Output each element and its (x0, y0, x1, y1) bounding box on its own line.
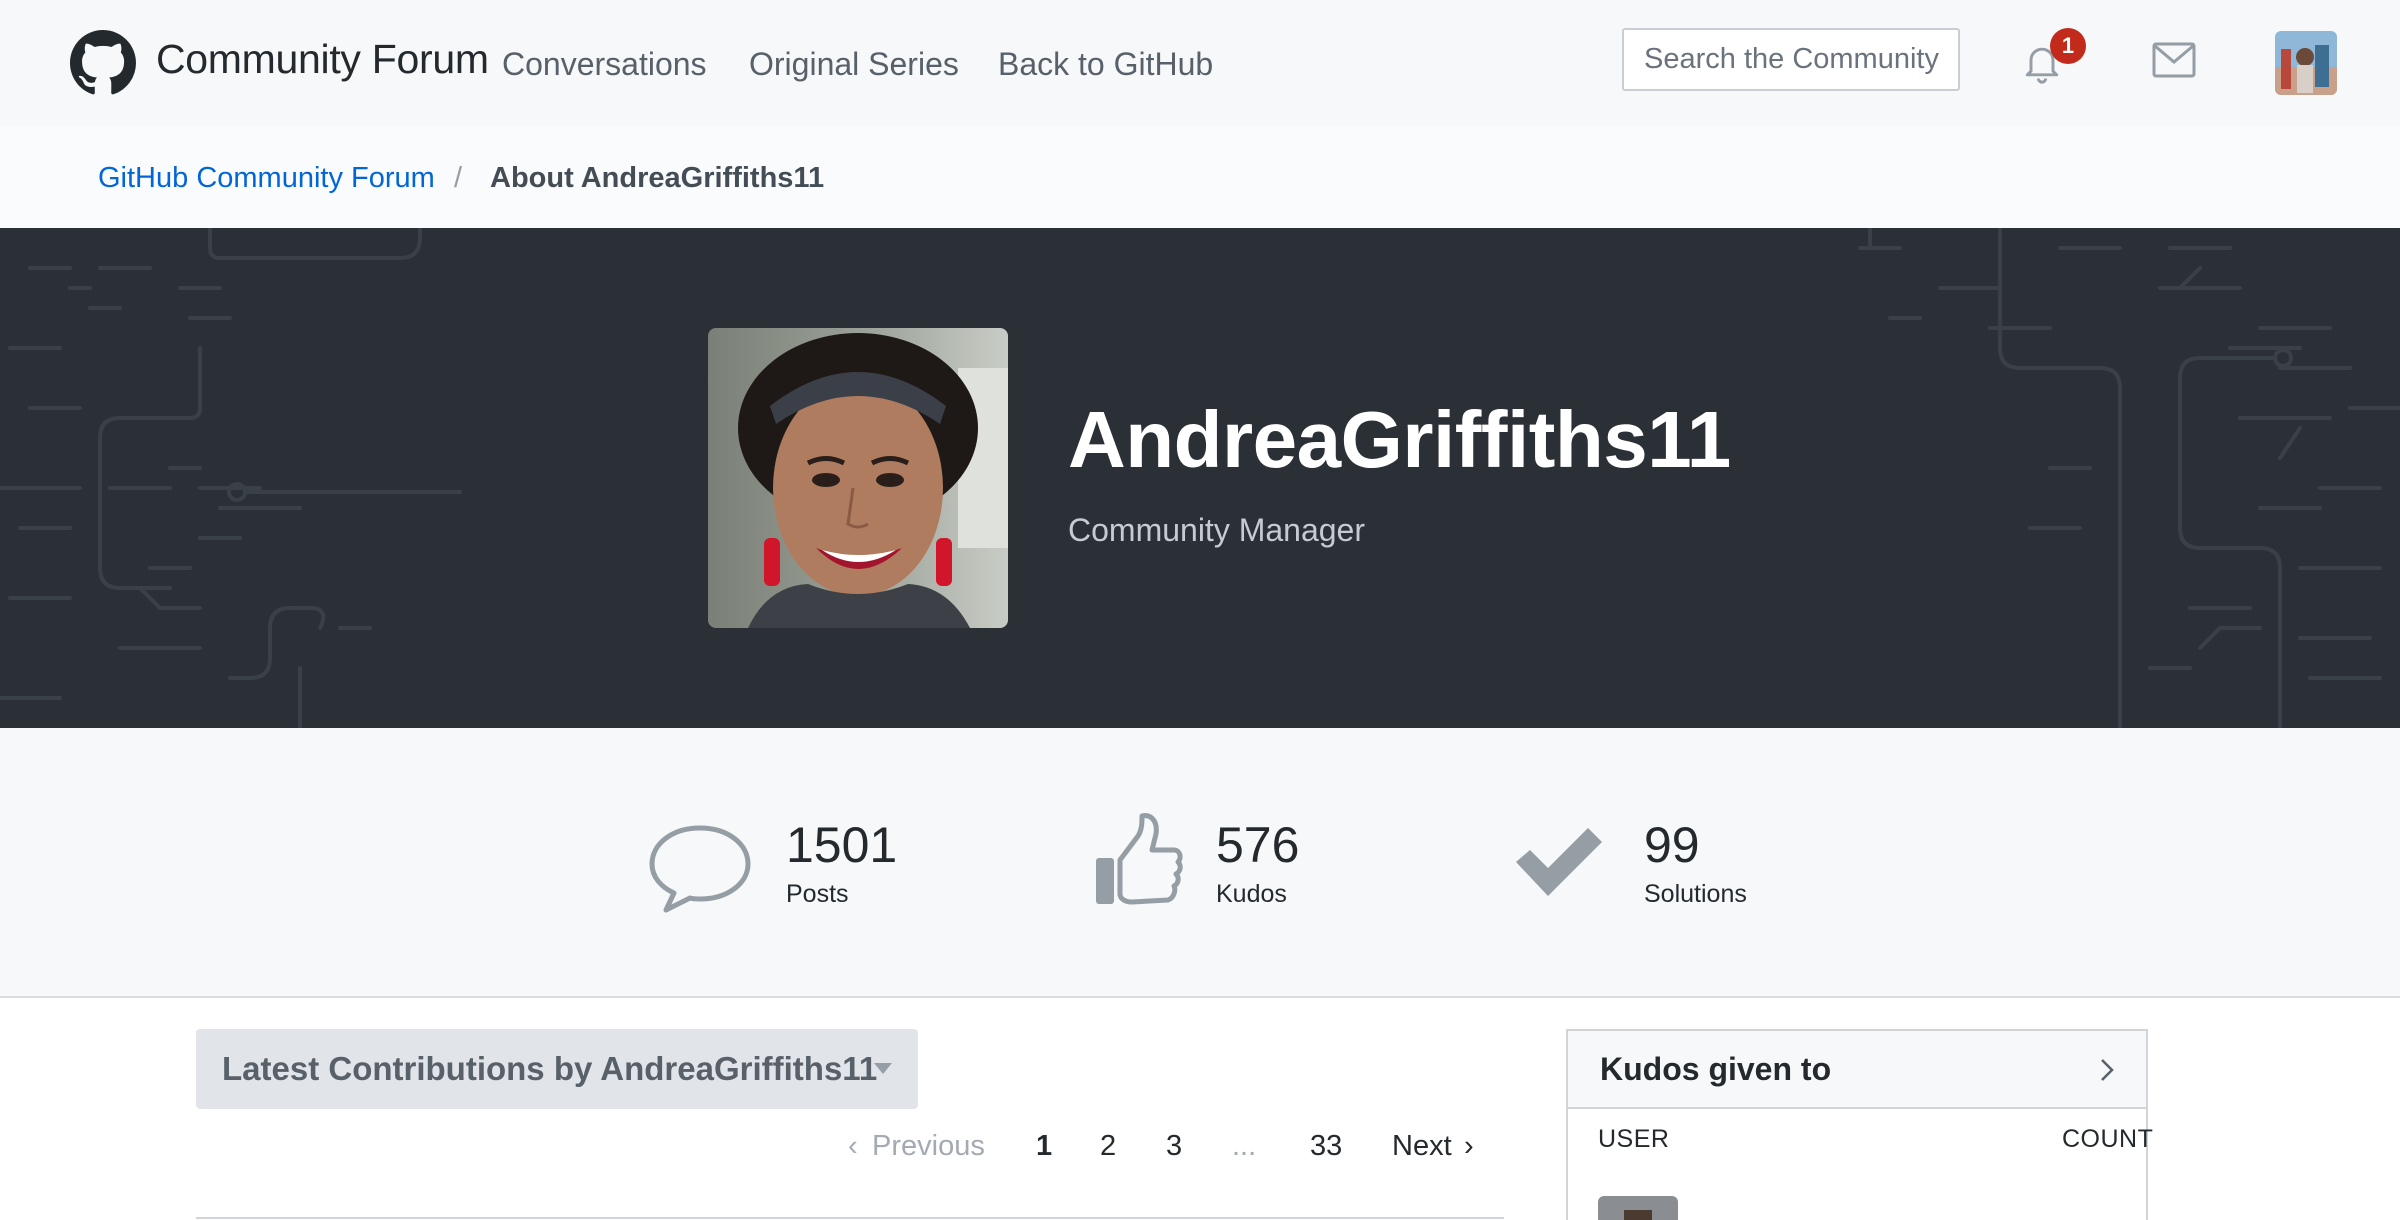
stat-kudos-label: Kudos (1216, 880, 1287, 908)
pager-page-3[interactable]: 3 (1166, 1130, 1182, 1163)
chevron-right-icon[interactable] (2098, 1058, 2116, 1082)
breadcrumb-current: About AndreaGriffiths11 (490, 162, 825, 194)
contributions-title: Latest Contributions by AndreaGriffiths1… (222, 1050, 878, 1087)
pager-previous-chevron-icon: ‹ (848, 1130, 858, 1162)
kudos-user-avatar[interactable] (1598, 1196, 1678, 1220)
nav-original-series[interactable]: Original Series (749, 46, 959, 83)
github-octocat-icon[interactable] (70, 30, 136, 96)
chevron-down-icon (874, 1063, 892, 1074)
user-avatar[interactable] (2275, 31, 2337, 95)
stat-kudos-value: 576 (1216, 817, 1300, 873)
stat-solutions-value: 99 (1644, 817, 1700, 873)
pager-page-1[interactable]: 1 (1036, 1130, 1052, 1163)
contributions-divider (196, 1217, 1504, 1219)
profile-stats: 1501 Posts 576 Kudos 99 Solutions (0, 728, 2400, 998)
pager-page-last[interactable]: 33 (1310, 1130, 1342, 1163)
kudos-widget-header[interactable]: Kudos given to (1568, 1031, 2146, 1109)
pager-ellipsis: ... (1232, 1130, 1257, 1162)
kudos-widget-title: Kudos given to (1600, 1051, 1832, 1087)
stat-solutions-label: Solutions (1644, 880, 1747, 908)
pager-next-chevron-icon[interactable]: › (1464, 1130, 1474, 1163)
breadcrumb-separator: / (454, 162, 463, 194)
breadcrumb-home-link[interactable]: GitHub Community Forum (98, 162, 435, 195)
search-input[interactable] (1622, 28, 1960, 91)
profile-hero: AndreaGriffiths11 Community Manager (0, 228, 2400, 728)
stat-posts-label: Posts (786, 880, 849, 908)
top-navigation: Community Forum Conversations Original S… (0, 0, 2400, 126)
profile-role: Community Manager (1068, 512, 1365, 548)
profile-photo (708, 328, 1008, 628)
kudos-col-user: USER (1598, 1125, 1670, 1153)
brand-title[interactable]: Community Forum (156, 36, 489, 83)
speech-bubble-icon (649, 825, 751, 913)
pager-next[interactable]: Next (1392, 1130, 1452, 1163)
checkmark-icon (1516, 828, 1602, 896)
nav-conversations[interactable]: Conversations (502, 46, 707, 83)
profile-username: AndreaGriffiths11 (1068, 395, 1731, 484)
pager-page-2[interactable]: 2 (1100, 1130, 1116, 1163)
mail-icon[interactable] (2152, 42, 2196, 78)
kudos-given-widget: Kudos given to USER COUNT (1566, 1029, 2153, 1220)
notification-badge[interactable]: 1 (2050, 28, 2086, 64)
kudos-col-count: COUNT (2062, 1125, 2154, 1153)
pager-previous[interactable]: Previous (872, 1130, 985, 1163)
nav-back-to-github[interactable]: Back to GitHub (998, 46, 1213, 83)
stat-posts-value: 1501 (786, 817, 898, 873)
thumbs-up-icon (1096, 813, 1183, 905)
contributions-dropdown[interactable]: Latest Contributions by AndreaGriffiths1… (196, 1029, 918, 1109)
